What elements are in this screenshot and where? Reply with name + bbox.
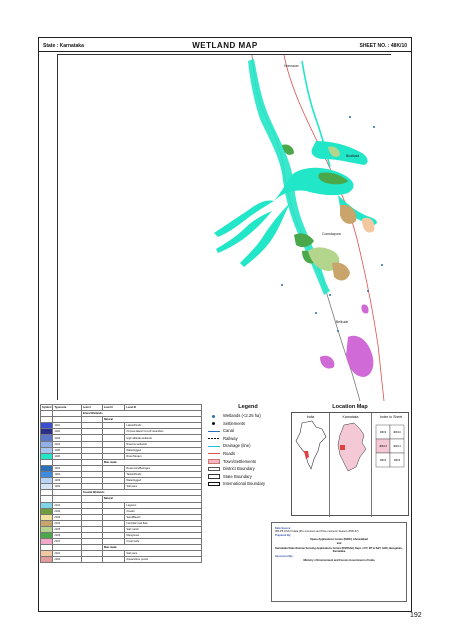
index-cell-label: 48K/14: [393, 445, 401, 448]
prepared-by-2: Karnataka State Remote Sensing Applicati…: [275, 546, 403, 554]
legend-item-label: Drainage (line): [223, 443, 251, 449]
index-pane: Index to Sheet 48K/9 48K/10 48K/13 48K/1…: [372, 413, 410, 517]
index-cell-label: 48K/6: [394, 459, 401, 462]
line-cyan-icon: [208, 445, 220, 447]
legend-title: Legend: [238, 404, 258, 410]
box-thin-icon: [208, 466, 220, 472]
india-shape: [295, 420, 327, 470]
wetland-dot: [337, 330, 339, 332]
wetland-dot: [315, 312, 317, 314]
map-footer: Symbol Typecode Level I Level II Level I…: [39, 402, 411, 612]
legend-item: Drainage (line): [207, 442, 289, 450]
legend-item-label: Canal: [223, 428, 234, 434]
prepared-by-label: Prepared By:: [275, 534, 292, 537]
wetland-dot: [381, 264, 383, 266]
classification-rows: Inland Wetlands Natural 1101 Lakes/Ponds 110…: [39, 410, 203, 564]
wetland-dot: [349, 116, 351, 118]
legend-item: Railway: [207, 435, 289, 443]
sheet-number: SHEET NO. : 48K/10: [359, 43, 407, 49]
legend-item: Roads: [207, 450, 289, 458]
legend-item-label: District Boundary: [223, 466, 255, 472]
karnataka-outline: [337, 422, 367, 472]
wetland-classification-table: Symbol Typecode Level I Level II Level I…: [39, 403, 203, 564]
karnataka-pane: Karnataka: [330, 413, 372, 517]
place-label: Coondapura: [322, 232, 341, 236]
legend-item-label: Settlements: [223, 420, 246, 426]
index-grid: 48K/9 48K/10 48K/13 48K/14 48K/5 48K/6: [375, 424, 405, 468]
dot-black-icon: [212, 422, 215, 426]
sponsored-by-label: Sponsored By:: [275, 555, 294, 559]
legend-item: Town/Settlements: [207, 458, 289, 466]
box-mid-icon: [208, 474, 220, 479]
legend-item-label: Wetlands (<2.25 ha): [223, 413, 261, 418]
legend-item-label: International Boundary: [223, 481, 266, 487]
prepared-by-1: Space Applications Centre (ISRO), Ahmeda…: [310, 538, 368, 541]
legend-item: Canal: [207, 427, 289, 435]
color-swatch: [39, 556, 54, 564]
location-map: Location Map India Karnataka Index to Sh…: [291, 404, 409, 524]
data-source-text: IRS P6 LISS III data (Pre-monsoon and Po…: [275, 529, 359, 533]
sponsored-by-text: Ministry of Environment and Forests Gove…: [303, 559, 375, 563]
legend-item: State Boundary: [207, 473, 289, 481]
prepared-by-and: and: [336, 542, 342, 546]
wetland-map-canvas[interactable]: Honnavar Bhatkala Coondapura Belkude: [58, 55, 392, 401]
legend-item: International Boundary: [207, 480, 289, 488]
legend-item: Settlements: [207, 420, 289, 428]
index-cell-label: 48K/9: [380, 431, 387, 434]
level3-cell: Aquaculture ponds: [124, 556, 202, 564]
line-blue-icon: [208, 430, 220, 432]
map-title: WETLAND MAP: [192, 41, 258, 50]
line-red-icon: [208, 453, 220, 455]
india-outline: [295, 420, 327, 470]
legend-item-label: Railway: [223, 435, 238, 441]
table-cell: [101, 556, 126, 564]
map-sheet: State : Karnataka WETLAND MAP SHEET NO. …: [38, 37, 412, 612]
index-cell-label: 48K/13: [379, 445, 387, 448]
dot-blue-icon: [212, 414, 215, 418]
place-label: Honnavar: [284, 64, 300, 68]
sheet-location-marker: [340, 445, 345, 450]
legend-item: Wetlands (<2.25 ha): [207, 412, 289, 420]
credits-box: Data Source: IRS P6 LISS III data (Pre-m…: [271, 522, 407, 602]
location-map-panes: India Karnataka Index to Sheet 48K/9 48K…: [291, 412, 410, 517]
legend: Legend Wetlands (<2.25 ha) Settlements Can…: [207, 404, 289, 524]
wetland-map-frame[interactable]: Honnavar Bhatkala Coondapura Belkude: [57, 54, 392, 401]
legend-item-label: Town/Settlements: [223, 458, 257, 464]
box-thick-icon: [208, 481, 220, 487]
wetland-dot: [329, 294, 331, 296]
line-rail-icon: [208, 437, 220, 440]
location-map-title: Location Map: [332, 404, 368, 410]
index-cell-label: 48K/5: [380, 459, 387, 462]
place-label: Belkude: [336, 320, 348, 324]
table-row: 2202 Aquaculture ponds: [39, 556, 202, 564]
place-label: Bhatkala: [346, 154, 359, 158]
index-cell-label: 48K/10: [393, 431, 401, 434]
india-pane: India: [292, 413, 330, 517]
table-cell: [80, 556, 103, 564]
wetland-dot: [367, 290, 369, 292]
typecode-cell: 2202: [52, 556, 82, 564]
wetland-dot: [281, 284, 283, 286]
legend-item: District Boundary: [207, 465, 289, 473]
legend-items: Wetlands (<2.25 ha) Settlements Canal Railw…: [207, 412, 289, 488]
fill-pink-icon: [208, 459, 220, 464]
sheet-header: State : Karnataka WETLAND MAP SHEET NO. …: [39, 38, 411, 52]
page-number: 192: [410, 612, 422, 619]
legend-item-label: State Boundary: [223, 473, 252, 479]
legend-item-label: Roads: [223, 450, 236, 456]
wetland-dot: [373, 126, 375, 128]
